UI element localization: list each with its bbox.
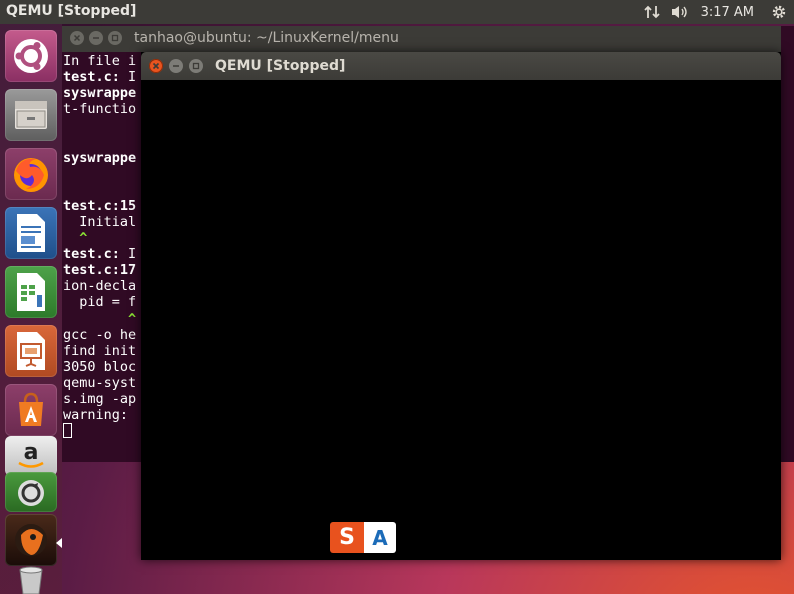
calc-icon[interactable] <box>5 266 57 318</box>
terminal-line: test.c: I <box>63 69 137 86</box>
qemu-display[interactable] <box>141 80 781 560</box>
software-center-icon[interactable] <box>5 384 57 436</box>
network-arrows-icon[interactable] <box>641 0 663 24</box>
qemu-title: QEMU [Stopped] <box>215 58 346 74</box>
terminal-title: tanhao@ubuntu: ~/LinuxKernel/menu <box>134 30 399 46</box>
clock[interactable]: 3:17 AM <box>701 5 754 20</box>
indicator-area: 3:17 AM <box>641 0 794 24</box>
terminal-line: 3050 bloc <box>63 358 137 375</box>
impress-icon[interactable] <box>5 325 57 377</box>
terminal-line: ^ <box>63 310 137 327</box>
terminal-line: test.c: I <box>63 246 137 263</box>
terminal-line: syswrappe <box>63 85 137 102</box>
qemu-window[interactable]: QEMU [Stopped] <box>141 52 781 560</box>
launcher-indicator-icon <box>56 538 62 548</box>
terminal-line: pid = f <box>63 294 137 311</box>
volume-icon[interactable] <box>669 0 691 24</box>
terminal-output[interactable]: In file i test.c: Isyswrappe t-functio sysw… <box>63 53 141 459</box>
terminal-line: test.c:17 <box>63 262 137 279</box>
svg-text:a: a <box>24 440 39 465</box>
maximize-icon[interactable] <box>189 59 203 73</box>
terminal-line: gcc -o he <box>63 326 137 343</box>
terminal-cursor <box>63 423 72 439</box>
firefox-icon[interactable] <box>5 148 57 200</box>
close-icon[interactable] <box>70 31 84 45</box>
terminal-right-edge <box>781 26 794 462</box>
active-window-title: QEMU [Stopped] <box>6 3 137 19</box>
terminal-line: ion-decla <box>63 278 137 295</box>
terminal-line: ^ <box>63 230 88 247</box>
ime-mode-label[interactable]: A <box>364 522 396 553</box>
terminal-titlebar[interactable]: tanhao@ubuntu: ~/LinuxKernel/menu <box>62 26 794 52</box>
writer-icon[interactable] <box>5 207 57 259</box>
launcher: a <box>0 24 62 594</box>
ubuntu-dash-icon[interactable] <box>5 30 57 82</box>
terminal-line: warning: <box>63 407 137 424</box>
close-icon[interactable] <box>149 59 163 73</box>
terminal-line: test.c:15 <box>63 197 137 214</box>
qemu-titlebar[interactable]: QEMU [Stopped] <box>141 52 781 80</box>
minimize-icon[interactable] <box>169 59 183 73</box>
terminal-line: qemu-syst <box>63 374 137 391</box>
terminal-line: In file i <box>63 53 137 69</box>
input-method-indicator[interactable]: S A <box>330 522 396 553</box>
minimize-icon[interactable] <box>89 31 103 45</box>
app-icon[interactable] <box>5 514 57 566</box>
terminal-line: t-functio <box>63 101 137 118</box>
ime-sogou-logo[interactable]: S <box>330 522 364 553</box>
terminal-line: syswrappe <box>63 149 137 166</box>
update-icon[interactable] <box>5 472 57 512</box>
terminal-line: Initial <box>63 213 137 230</box>
terminal-line: s.img -ap <box>63 390 137 407</box>
top-panel: QEMU [Stopped] 3:17 AM <box>0 0 794 24</box>
terminal-line: find init <box>63 342 137 359</box>
files-icon[interactable] <box>5 89 57 141</box>
maximize-icon[interactable] <box>108 31 122 45</box>
trash-icon[interactable] <box>5 564 57 594</box>
gear-icon[interactable] <box>768 0 790 24</box>
amazon-icon[interactable]: a <box>5 436 57 476</box>
